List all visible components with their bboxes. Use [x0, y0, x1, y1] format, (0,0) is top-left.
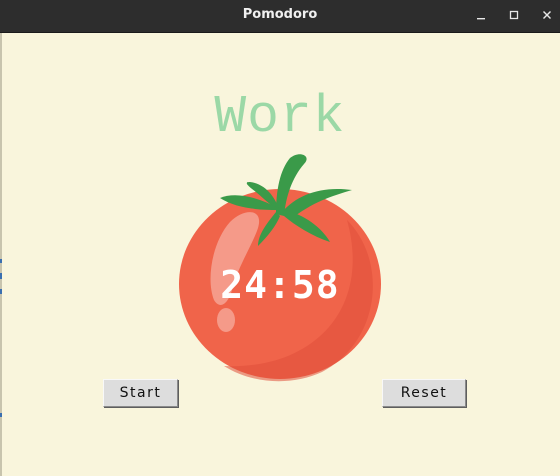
- app-window: Pomodoro Work 24:58 Start Reset: [0, 0, 560, 476]
- maximize-icon: [509, 10, 519, 20]
- close-icon: [543, 11, 551, 19]
- minimize-icon: [477, 18, 485, 20]
- timer-display: 24:58: [220, 263, 340, 307]
- title-bar[interactable]: Pomodoro: [0, 0, 560, 33]
- maximize-button[interactable]: [505, 6, 523, 24]
- close-button[interactable]: [538, 6, 556, 24]
- mode-label: Work: [214, 87, 346, 147]
- start-button[interactable]: Start: [103, 379, 178, 407]
- minimize-button[interactable]: [472, 6, 490, 24]
- reset-button[interactable]: Reset: [382, 379, 466, 407]
